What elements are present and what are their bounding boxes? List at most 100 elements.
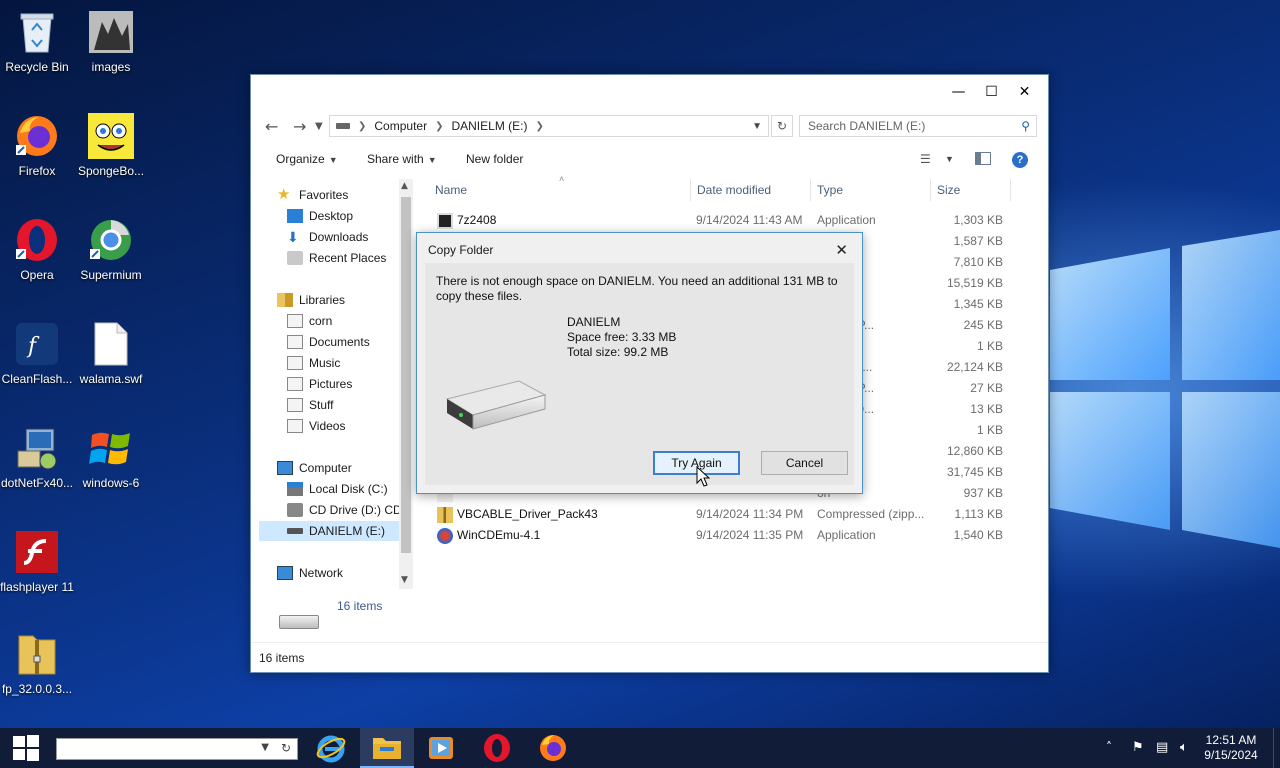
nav-corn[interactable]: corn <box>287 311 332 331</box>
column-header-size[interactable]: Size <box>931 179 1011 201</box>
desktop-icon-spongebob[interactable]: SpongeBo... <box>74 112 148 178</box>
nav-libraries[interactable]: Libraries <box>277 290 345 310</box>
desktop-icon-supermium[interactable]: Supermium <box>74 216 148 282</box>
view-options-icon[interactable]: ☰ <box>920 152 931 166</box>
nav-music[interactable]: Music <box>287 353 340 373</box>
breadcrumb-drive[interactable]: DANIELM (E:) <box>451 119 527 133</box>
nav-favorites[interactable]: ★ Favorites <box>277 185 348 205</box>
show-desktop-button[interactable] <box>1273 728 1280 768</box>
volume-muted-icon[interactable]: 🔈︎ <box>1180 740 1188 755</box>
help-icon[interactable]: ? <box>1012 152 1028 168</box>
start-button[interactable] <box>0 728 52 768</box>
nav-downloads[interactable]: ⬇ Downloads <box>287 227 368 247</box>
show-hidden-icons-chevron-icon[interactable]: ˄ <box>1106 740 1112 754</box>
nav-pictures[interactable]: Pictures <box>287 374 352 394</box>
desktop-icon-cleanflash[interactable]: f CleanFlash... <box>0 320 74 386</box>
navigation-pane: ★ Favorites Desktop ⬇ Downloads Recent Pla… <box>259 179 407 639</box>
desktop-icon-walama[interactable]: walama.swf <box>74 320 148 386</box>
nav-desktop[interactable]: Desktop <box>287 206 353 226</box>
opera-icon <box>484 734 510 762</box>
nav-documents[interactable]: Documents <box>287 332 370 352</box>
desktop-icon-firefox[interactable]: Firefox <box>0 112 74 178</box>
view-dropdown-icon[interactable]: ▼ <box>945 154 954 164</box>
nav-danielm-drive[interactable]: DANIELM (E:) <box>259 521 407 541</box>
nav-label: Stuff <box>309 398 334 412</box>
taskbar-internet-explorer[interactable] <box>304 728 358 768</box>
taskbar-clock[interactable]: 12:51 AM 9/15/2024 <box>1196 733 1266 763</box>
chevron-down-icon[interactable]: ▼ <box>261 742 269 753</box>
nav-videos[interactable]: Videos <box>287 416 345 436</box>
desktop-icon-label: walama.swf <box>79 372 143 386</box>
column-header-name[interactable]: Name ˄ <box>429 174 691 201</box>
file-size: 1,587 KB <box>953 234 1003 248</box>
action-center-flag-icon[interactable]: ⚑ <box>1132 740 1144 755</box>
taskbar-search-input[interactable]: ▼ ↻ <box>56 738 298 760</box>
windows-logo-wallpaper <box>1050 230 1280 548</box>
window-titlebar[interactable]: — ☐ ✕ <box>251 75 1048 109</box>
refresh-button[interactable]: ↻ <box>771 115 793 137</box>
refresh-icon[interactable]: ↻ <box>281 741 291 755</box>
desktop-icon-recycle-bin[interactable]: Recycle Bin <box>0 8 74 74</box>
breadcrumb-computer[interactable]: Computer <box>374 119 427 133</box>
nav-stuff[interactable]: Stuff <box>287 395 333 415</box>
taskbar-firefox[interactable] <box>526 728 580 768</box>
usb-drive-icon <box>287 528 303 534</box>
desktop-icon-fp32[interactable]: fp_32.0.0.3... <box>0 630 74 696</box>
desktop-icon-opera[interactable]: Opera <box>0 216 74 282</box>
new-folder-button[interactable]: New folder <box>466 152 523 166</box>
file-row[interactable]: WinCDEmu-4.1 9/14/2024 11:35 PM Applicatio… <box>421 525 1021 546</box>
pictures-icon <box>287 377 303 391</box>
nav-recent-places[interactable]: Recent Places <box>287 248 386 268</box>
search-input[interactable]: Search DANIELM (E:) ⚲ <box>799 115 1037 137</box>
address-dropdown-icon[interactable]: ▼ <box>752 121 762 132</box>
organize-button[interactable]: Organize ▼ <box>276 152 338 166</box>
nav-scrollbar[interactable]: ▲ ▼ <box>399 179 413 589</box>
desktop-icon-images[interactable]: images <box>74 8 148 74</box>
copy-folder-dialog: Copy Folder ✕ There is not enough space … <box>416 232 863 494</box>
desktop-icon-label: Opera <box>20 268 54 282</box>
mouse-cursor-icon <box>696 466 710 487</box>
scrollbar-thumb[interactable] <box>401 197 411 553</box>
taskbar: ▼ ↻ ˄ ⚑ ▤ 🔈︎ 12:51 AM 9/15/2024 <box>0 728 1280 768</box>
desktop-icon-label: Firefox <box>18 164 56 178</box>
maximize-button[interactable]: ☐ <box>975 75 1008 109</box>
file-size: 1,345 KB <box>953 297 1003 311</box>
back-arrow-icon[interactable]: ← <box>265 117 278 136</box>
desktop-icon-windows-6[interactable]: windows-6 <box>74 424 148 490</box>
address-bar[interactable]: ❯ Computer ❯ DANIELM (E:) ❯ ▼ <box>329 115 769 137</box>
file-row[interactable]: 7z2408 9/14/2024 11:43 AM Application 1,303… <box>421 210 1021 231</box>
nav-local-disk[interactable]: Local Disk (C:) <box>287 479 388 499</box>
nav-computer[interactable]: Computer <box>277 458 352 478</box>
nav-label: corn <box>309 314 333 328</box>
scroll-up-icon[interactable]: ▲ <box>401 181 408 191</box>
desktop-icon-dotnetfx[interactable]: dotNetFx40... <box>0 424 74 490</box>
network-icon[interactable]: ▤ <box>1156 740 1168 755</box>
nav-label: Pictures <box>309 377 353 391</box>
column-header-type[interactable]: Type <box>811 179 931 201</box>
internet-explorer-icon <box>316 735 346 763</box>
file-size: 937 KB <box>963 486 1003 500</box>
dialog-title: Copy Folder <box>428 243 494 257</box>
forward-arrow-icon[interactable]: → <box>293 117 306 136</box>
dialog-close-icon[interactable]: ✕ <box>835 241 848 259</box>
nav-network[interactable]: Network <box>277 563 343 583</box>
search-placeholder: Search DANIELM (E:) <box>808 119 926 133</box>
music-icon <box>287 356 303 370</box>
taskbar-file-explorer[interactable] <box>360 728 414 768</box>
cancel-button[interactable]: Cancel <box>761 451 848 475</box>
preview-pane-icon[interactable] <box>975 152 991 168</box>
share-with-button[interactable]: Share with ▼ <box>367 152 437 166</box>
total-size: Total size: 99.2 MB <box>567 345 669 359</box>
column-header-date[interactable]: Date modified <box>691 179 811 201</box>
desktop-icon-flashplayer[interactable]: flashplayer 11 <box>0 528 74 594</box>
installer-icon <box>13 424 61 472</box>
nav-cd-drive[interactable]: CD Drive (D:) CDI <box>287 500 405 520</box>
taskbar-opera[interactable] <box>470 728 524 768</box>
scroll-down-icon[interactable]: ▼ <box>401 575 408 585</box>
recent-locations-chevron-icon[interactable]: ▼ <box>315 121 323 132</box>
file-row[interactable]: VBCABLE_Driver_Pack43 9/14/2024 11:34 PM C… <box>421 504 1021 525</box>
libraries-icon <box>277 293 293 307</box>
minimize-button[interactable]: — <box>942 75 975 109</box>
taskbar-media-player[interactable] <box>414 728 468 768</box>
close-button[interactable]: ✕ <box>1008 75 1041 109</box>
